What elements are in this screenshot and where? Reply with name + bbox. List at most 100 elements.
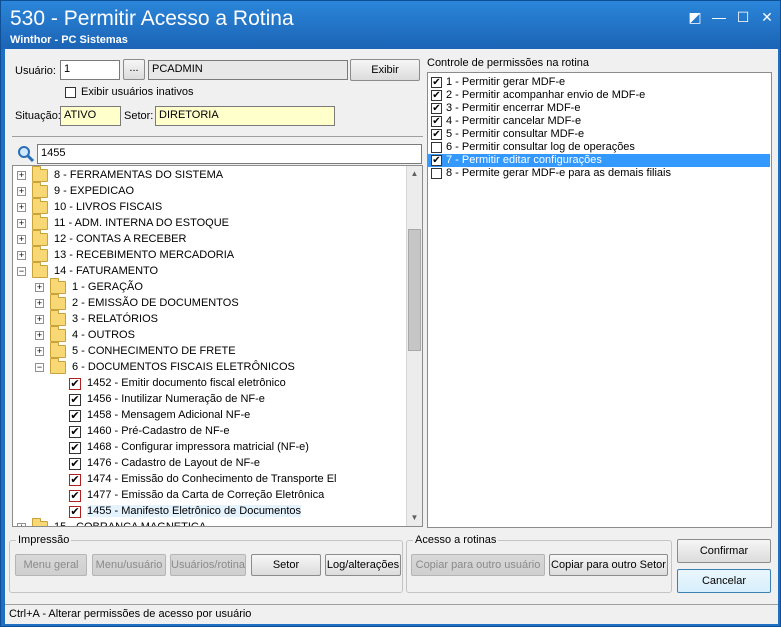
- copy-user-button[interactable]: Copiar para outro usuário: [411, 554, 545, 576]
- routine-tree[interactable]: +8 - FERRAMENTAS DO SISTEMA +9 - EXPEDICA…: [12, 165, 423, 527]
- search-input[interactable]: 1455: [37, 144, 422, 164]
- routine-checkbox[interactable]: ✔: [69, 474, 81, 486]
- tree-folder-row[interactable]: +2 - EMISSÃO DE DOCUMENTOS: [13, 294, 405, 312]
- permission-item[interactable]: 8 - Permite gerar MDF-e para as demais f…: [428, 167, 770, 180]
- restore-icon[interactable]: ◩: [684, 7, 706, 27]
- routine-checkbox[interactable]: ✔: [69, 378, 81, 390]
- show-inactive-label: Exibir usuários inativos: [81, 86, 194, 98]
- scroll-up-icon[interactable]: ▲: [407, 166, 422, 182]
- print-setor-button[interactable]: Setor: [251, 554, 321, 576]
- tree-folder-row[interactable]: +3 - RELATÓRIOS: [13, 310, 405, 328]
- tree-routine-row[interactable]: ✔ 1468 - Configurar impressora matricial …: [13, 440, 405, 456]
- copy-sector-button[interactable]: Copiar para outro Setor: [549, 554, 668, 576]
- routine-checkbox[interactable]: ✔: [69, 458, 81, 470]
- expand-icon[interactable]: +: [17, 219, 26, 228]
- folder-icon: [50, 294, 66, 310]
- print-menu-usuario-button[interactable]: Menu/usuário: [92, 554, 166, 576]
- tree-routine-row[interactable]: ✔ 1455 - Manifesto Eletrônico de Document…: [13, 504, 405, 520]
- expand-icon[interactable]: +: [35, 331, 44, 340]
- permission-item[interactable]: ✔ 7 - Permitir editar configurações: [428, 154, 770, 167]
- access-group: Acesso a rotinas Copiar para outro usuár…: [406, 534, 672, 593]
- tree-folder-row[interactable]: +15 - COBRANCA MAGNETICA: [13, 518, 405, 526]
- permission-checkbox[interactable]: ✔: [431, 103, 442, 114]
- tree-folder-row[interactable]: +10 - LIVROS FISCAIS: [13, 198, 405, 216]
- tree-routine-row[interactable]: ✔ 1477 - Emissão da Carta de Correção Ele…: [13, 488, 405, 504]
- maximize-button[interactable]: ☐: [732, 7, 754, 27]
- user-id-field[interactable]: 1: [60, 60, 120, 80]
- tree-routine-label: 1455 - Manifesto Eletrônico de Documento…: [87, 505, 302, 517]
- tree-routine-row[interactable]: ✔ 1458 - Mensagem Adicional NF-e: [13, 408, 405, 424]
- permission-item[interactable]: ✔ 1 - Permitir gerar MDF-e: [428, 76, 770, 89]
- routine-checkbox[interactable]: ✔: [69, 410, 81, 422]
- tree-folder-row[interactable]: +9 - EXPEDICAO: [13, 182, 405, 200]
- expand-icon[interactable]: +: [17, 171, 26, 180]
- routine-checkbox[interactable]: ✔: [69, 442, 81, 454]
- print-log-button[interactable]: Log/alterações: [325, 554, 401, 576]
- print-usuarios-rotina-button[interactable]: Usuários/rotina: [170, 554, 246, 576]
- tree-folder-row[interactable]: +12 - CONTAS A RECEBER: [13, 230, 405, 248]
- expand-icon[interactable]: +: [35, 315, 44, 324]
- collapse-icon[interactable]: −: [35, 363, 44, 372]
- permission-item[interactable]: ✔ 2 - Permitir acompanhar envio de MDF-e: [428, 89, 770, 102]
- tree-folder-row[interactable]: +13 - RECEBIMENTO MERCADORIA: [13, 246, 405, 264]
- permission-checkbox[interactable]: [431, 142, 442, 153]
- browse-user-button[interactable]: ...: [123, 59, 145, 80]
- permission-checkbox[interactable]: ✔: [431, 116, 442, 127]
- permission-checkbox[interactable]: ✔: [431, 77, 442, 88]
- show-inactive-checkbox[interactable]: [65, 87, 76, 98]
- routine-checkbox[interactable]: ✔: [69, 490, 81, 502]
- user-name-field: PCADMIN: [148, 60, 348, 80]
- scroll-thumb[interactable]: [408, 229, 421, 351]
- tree-routine-row[interactable]: ✔ 1456 - Inutilizar Numeração de NF-e: [13, 392, 405, 408]
- permission-label: 4 - Permitir cancelar MDF-e: [446, 115, 582, 127]
- expand-icon[interactable]: +: [17, 523, 26, 526]
- expand-icon[interactable]: +: [35, 283, 44, 292]
- tree-routine-row[interactable]: ✔ 1460 - Pré-Cadastro de NF-e: [13, 424, 405, 440]
- permissions-list[interactable]: ✔ 1 - Permitir gerar MDF-e ✔ 2 - Permitir a…: [427, 72, 772, 528]
- sector-field[interactable]: DIRETORIA: [155, 106, 335, 126]
- minimize-button[interactable]: —: [708, 7, 730, 27]
- expand-icon[interactable]: +: [35, 347, 44, 356]
- tree-folder-row[interactable]: − 14 - FATURAMENTO: [13, 262, 405, 280]
- tree-folder-row[interactable]: +8 - FERRAMENTAS DO SISTEMA: [13, 166, 405, 184]
- tree-routine-row[interactable]: ✔ 1476 - Cadastro de Layout de NF-e: [13, 456, 405, 472]
- tree-scrollbar[interactable]: ▲ ▼: [406, 166, 422, 526]
- permission-checkbox[interactable]: ✔: [431, 129, 442, 140]
- expand-icon[interactable]: +: [17, 203, 26, 212]
- routine-checkbox[interactable]: ✔: [69, 394, 81, 406]
- expand-icon[interactable]: +: [17, 187, 26, 196]
- permission-checkbox[interactable]: [431, 168, 442, 179]
- permission-item[interactable]: ✔ 4 - Permitir cancelar MDF-e: [428, 115, 770, 128]
- permission-item[interactable]: ✔ 3 - Permitir encerrar MDF-e: [428, 102, 770, 115]
- permission-item[interactable]: ✔ 5 - Permitir consultar MDF-e: [428, 128, 770, 141]
- confirm-button[interactable]: Confirmar: [677, 539, 771, 563]
- tree-folder-row[interactable]: − 6 - DOCUMENTOS FISCAIS ELETRÔNICOS: [13, 358, 405, 376]
- print-group-title: Impressão: [16, 534, 72, 546]
- expand-icon[interactable]: +: [17, 251, 26, 260]
- tree-folder-row[interactable]: +1 - GERAÇÃO: [13, 278, 405, 296]
- cancel-button[interactable]: Cancelar: [677, 569, 771, 593]
- routine-checkbox[interactable]: ✔: [69, 426, 81, 438]
- permission-item[interactable]: 6 - Permitir consultar log de operações: [428, 141, 770, 154]
- show-button[interactable]: Exibir: [350, 59, 420, 81]
- permission-checkbox[interactable]: ✔: [431, 90, 442, 101]
- expand-icon[interactable]: +: [35, 299, 44, 308]
- folder-icon: [32, 246, 48, 262]
- tree-folder-row[interactable]: +11 - ADM. INTERNA DO ESTOQUE: [13, 214, 405, 232]
- situation-field[interactable]: ATIVO: [60, 106, 121, 126]
- print-menu-geral-button[interactable]: Menu geral: [15, 554, 87, 576]
- routine-checkbox[interactable]: ✔: [69, 506, 81, 518]
- tree-folder-label: 6 - DOCUMENTOS FISCAIS ELETRÔNICOS: [72, 361, 295, 373]
- tree-routine-row[interactable]: ✔ 1452 - Emitir documento fiscal eletrôni…: [13, 376, 405, 392]
- tree-folder-row[interactable]: +5 - CONHECIMENTO DE FRETE: [13, 342, 405, 360]
- tree-folder-label: 8 - FERRAMENTAS DO SISTEMA: [54, 169, 224, 181]
- title-bar[interactable]: 530 - Permitir Acesso a Rotina Winthor -…: [1, 1, 780, 49]
- collapse-icon[interactable]: −: [17, 267, 26, 276]
- tree-routine-row[interactable]: ✔ 1474 - Emissão do Conhecimento de Trans…: [13, 472, 405, 488]
- tree-folder-row[interactable]: +4 - OUTROS: [13, 326, 405, 344]
- expand-icon[interactable]: +: [17, 235, 26, 244]
- scroll-down-icon[interactable]: ▼: [407, 510, 422, 526]
- permission-checkbox[interactable]: ✔: [431, 155, 442, 166]
- close-button[interactable]: ✕: [756, 7, 778, 27]
- permission-label: 2 - Permitir acompanhar envio de MDF-e: [446, 89, 646, 101]
